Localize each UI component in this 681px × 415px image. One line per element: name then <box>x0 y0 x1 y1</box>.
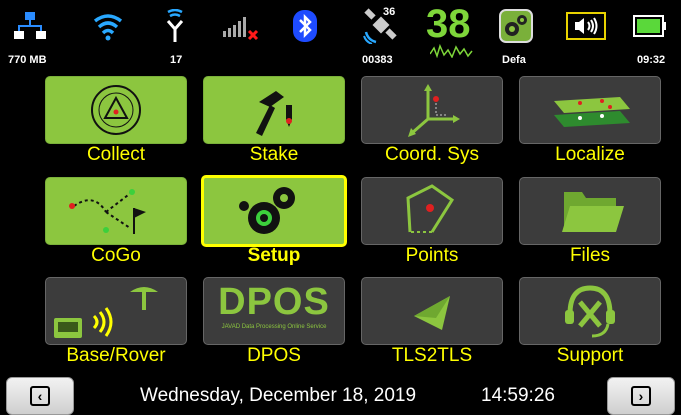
cogo-tile-box[interactable] <box>45 177 187 245</box>
tls2tls-tile[interactable]: TLS2TLS <box>361 277 503 372</box>
antenna-icon[interactable] <box>160 6 190 46</box>
satellite-count-top: 36 <box>383 6 396 18</box>
setup-label: Setup <box>247 245 301 266</box>
profile-gears-icon[interactable] <box>498 6 534 46</box>
cogo-icon <box>69 189 146 234</box>
stake-label: Stake <box>249 144 299 165</box>
satellite-icon[interactable] <box>360 6 404 46</box>
base-rover-label: Base/Rover <box>66 345 166 366</box>
points-tile-box[interactable] <box>361 177 503 245</box>
setup-tile-box[interactable] <box>201 175 347 247</box>
coord-sys-tile-box[interactable] <box>361 76 503 144</box>
coord-sys-label: Coord. Sys <box>385 144 479 165</box>
support-label: Support <box>556 345 624 366</box>
wifi-icon[interactable] <box>90 6 126 46</box>
files-tile[interactable]: Files <box>519 177 661 272</box>
dpos-tile[interactable]: DPOS JAVAD Data Processing Online Servic… <box>203 277 345 372</box>
paper-plane-icon <box>414 296 450 330</box>
folder-icon <box>562 192 624 232</box>
layers-icon <box>554 97 630 127</box>
profile-label: Defa <box>502 54 526 66</box>
volume-icon[interactable] <box>565 6 607 46</box>
signal-count-label: 17 <box>170 54 183 66</box>
hammer-icon <box>256 91 292 136</box>
chevron-left-icon: ‹ <box>30 386 50 406</box>
satellite-id-label: 00383 <box>362 54 393 66</box>
files-label: Files <box>569 245 611 266</box>
base-rover-tile-box[interactable] <box>45 277 187 345</box>
network-icon[interactable] <box>12 6 48 46</box>
localize-tile-box[interactable] <box>519 76 661 144</box>
cell-signal-icon[interactable] <box>220 6 260 46</box>
footer-date: Wednesday, December 18, 2019 <box>140 385 417 406</box>
points-tile[interactable]: Points <box>361 177 503 272</box>
cogo-tile[interactable]: CoGo <box>45 177 187 272</box>
gears-icon <box>239 187 295 234</box>
files-tile-box[interactable] <box>519 177 661 245</box>
memory-label: 770 MB <box>8 54 47 66</box>
stake-tile-box[interactable] <box>203 76 345 144</box>
survey-marker-icon <box>91 85 141 135</box>
dpos-logo-title: DPOS <box>218 281 330 323</box>
signal-graph-icon <box>429 43 474 63</box>
stake-tile[interactable]: Stake <box>203 76 345 171</box>
coord-sys-tile[interactable]: Coord. Sys <box>361 76 503 171</box>
localize-tile[interactable]: Localize <box>519 76 661 171</box>
previous-page-button[interactable]: ‹ <box>6 377 74 415</box>
support-tile-box[interactable] <box>519 277 661 345</box>
dpos-label: DPOS <box>247 345 301 366</box>
chevron-right-icon: › <box>631 386 651 406</box>
collect-tile[interactable]: Collect <box>45 76 187 171</box>
support-headset-icon <box>565 285 615 338</box>
tls2tls-label: TLS2TLS <box>391 345 473 366</box>
localize-label: Localize <box>555 144 625 165</box>
bluetooth-icon[interactable] <box>290 6 320 46</box>
points-icon <box>406 184 455 233</box>
battery-icon[interactable] <box>632 6 668 46</box>
dpos-logo-subtitle: JAVAD Data Processing Online Service <box>221 324 327 330</box>
footer-time: 14:59:26 <box>481 385 555 406</box>
support-tile[interactable]: Support <box>519 277 661 372</box>
time-label: 09:32 <box>637 54 666 66</box>
collect-tile-box[interactable] <box>45 76 187 144</box>
axes-icon <box>408 84 460 137</box>
dpos-tile-box[interactable]: DPOS JAVAD Data Processing Online Servic… <box>203 277 345 345</box>
accuracy-number[interactable]: 38 <box>426 2 471 47</box>
base-rover-tile[interactable]: Base/Rover <box>45 277 187 372</box>
base-rover-icon <box>54 287 158 338</box>
next-page-button[interactable]: › <box>607 377 675 415</box>
setup-tile[interactable]: Setup <box>201 175 347 272</box>
collect-label: Collect <box>86 144 146 165</box>
points-label: Points <box>405 245 459 266</box>
tls2tls-tile-box[interactable] <box>361 277 503 345</box>
cogo-label: CoGo <box>91 245 141 266</box>
